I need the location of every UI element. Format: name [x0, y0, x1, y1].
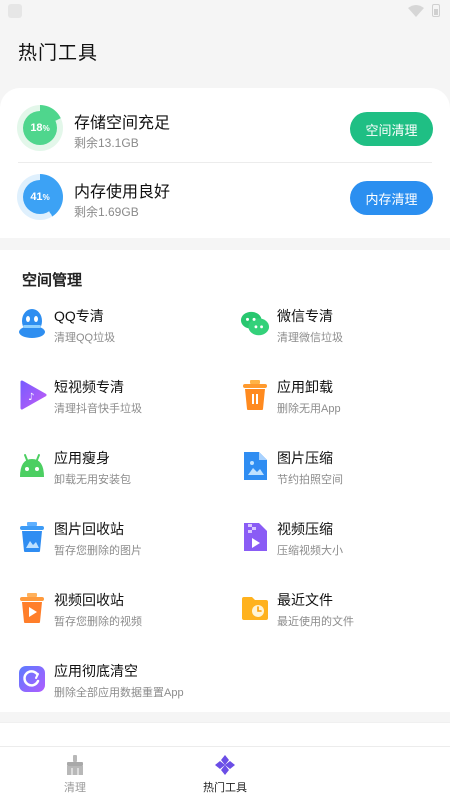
tool-name: 短视频专清 [54, 379, 124, 395]
tab-clean[interactable]: 清理 [0, 747, 150, 800]
memory-status-title: 内存使用良好 [74, 184, 171, 201]
bottom-tab-bar: 清理 热门工具 [0, 746, 450, 800]
battery-icon [432, 4, 440, 17]
tool-desc: 删除全部应用数据重置App [54, 687, 184, 699]
tab-label: 热门工具 [203, 781, 247, 794]
tool-desc: 清理QQ垃圾 [54, 332, 116, 344]
status-bar [0, 0, 450, 24]
tool-name: 微信专清 [277, 308, 333, 324]
tool-desc: 压缩视频大小 [277, 545, 343, 557]
memory-clean-button[interactable]: 内存清理 [350, 181, 433, 215]
tool-name: QQ专清 [54, 308, 104, 324]
memory-status-row: 41% 内存使用良好 剩余1.69GB 内存清理 [0, 161, 450, 231]
android-icon [17, 450, 47, 482]
short-video-icon: ♪ [17, 379, 47, 411]
storage-status-title: 存储空间充足 [74, 115, 171, 132]
memory-progress-ring: 41% [17, 174, 63, 220]
tool-name: 应用卸载 [277, 379, 333, 395]
grid-flower-icon [215, 754, 235, 775]
storage-remaining: 剩余13.1GB [74, 136, 139, 150]
wechat-icon [240, 308, 270, 340]
tool-name: 应用彻底清空 [54, 663, 138, 679]
tool-desc: 删除无用App [277, 403, 341, 415]
broom-icon [67, 754, 83, 775]
tool-desc: 节约拍照空间 [277, 474, 343, 486]
tool-name: 图片压缩 [277, 450, 333, 466]
tab-hot-tools[interactable]: 热门工具 [150, 747, 300, 800]
device-status-card: 18% 存储空间充足 剩余13.1GB 空间清理 41% 内存使用良好 剩余1.… [0, 88, 450, 238]
storage-status-row: 18% 存储空间充足 剩余13.1GB 空间清理 [0, 92, 450, 162]
storage-progress-ring: 18% [17, 105, 63, 151]
image-recycle-icon [17, 521, 47, 553]
tool-recent-files[interactable]: 最近文件 最近使用的文件 [240, 586, 450, 636]
tool-desc: 暂存您删除的图片 [54, 545, 142, 557]
notification-icon [8, 4, 22, 18]
recent-folder-icon [240, 592, 270, 624]
memory-remaining: 剩余1.69GB [74, 205, 139, 219]
space-clean-button[interactable]: 空间清理 [350, 112, 433, 146]
qq-penguin-icon [17, 308, 47, 340]
section-title: 空间管理 [22, 272, 83, 289]
tool-video-recycle[interactable]: 视频回收站 暂存您删除的视频 [17, 586, 227, 636]
space-management-section: 空间管理 QQ专清 清理QQ垃圾 微信专清 清理微信垃圾 ♪ 短视频专清 清理抖… [0, 250, 450, 712]
wifi-icon [408, 4, 424, 17]
tool-desc: 清理微信垃圾 [277, 332, 343, 344]
video-recycle-icon [17, 592, 47, 624]
tool-short-video-clean[interactable]: ♪ 短视频专清 清理抖音快手垃圾 [17, 373, 227, 423]
tool-app-reset[interactable]: 应用彻底清空 删除全部应用数据重置App [17, 657, 227, 707]
tool-image-recycle[interactable]: 图片回收站 暂存您删除的图片 [17, 515, 227, 565]
video-compress-icon [240, 521, 270, 553]
page-title: 热门工具 [18, 43, 99, 64]
tool-name: 视频回收站 [54, 592, 124, 608]
tool-name: 应用瘦身 [54, 450, 110, 466]
tool-app-slim[interactable]: 应用瘦身 卸载无用安装包 [17, 444, 227, 494]
tool-desc: 暂存您删除的视频 [54, 616, 142, 628]
storage-percent: 18 [30, 122, 43, 134]
tool-video-compress[interactable]: 视频压缩 压缩视频大小 [240, 515, 450, 565]
tool-desc: 最近使用的文件 [277, 616, 354, 628]
tool-app-uninstall[interactable]: 应用卸载 删除无用App [240, 373, 450, 423]
tab-label: 清理 [64, 781, 86, 794]
tool-desc: 卸载无用安装包 [54, 474, 131, 486]
memory-percent: 41 [30, 191, 43, 203]
tool-name: 图片回收站 [54, 521, 124, 537]
tool-wechat-clean[interactable]: 微信专清 清理微信垃圾 [240, 302, 450, 352]
tool-name: 最近文件 [277, 592, 333, 608]
tool-qq-clean[interactable]: QQ专清 清理QQ垃圾 [17, 302, 227, 352]
image-compress-icon [240, 450, 270, 482]
trash-icon [240, 379, 270, 411]
tool-name: 视频压缩 [277, 521, 333, 537]
app-reset-icon [17, 663, 47, 695]
tool-desc: 清理抖音快手垃圾 [54, 403, 142, 415]
svg-text:♪: ♪ [28, 392, 34, 403]
tool-image-compress[interactable]: 图片压缩 节约拍照空间 [240, 444, 450, 494]
next-section-peek [0, 722, 450, 746]
